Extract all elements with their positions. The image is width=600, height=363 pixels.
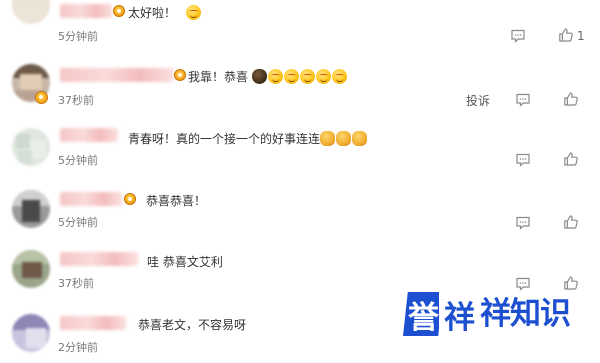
timestamp: 2分钟前	[58, 341, 98, 354]
comment-icon[interactable]	[515, 92, 531, 108]
comment-item: 青春呀！真的一个接一个的好事连连 5分钟前	[0, 126, 600, 176]
dark-emoji-icon	[251, 69, 267, 84]
comment-icon[interactable]	[515, 276, 531, 292]
thumbs-up-icon[interactable]	[563, 214, 579, 230]
clapping-hands-emoji-icon	[336, 131, 352, 146]
timestamp: 37秒前	[58, 94, 94, 107]
starstruck-emoji-icon	[331, 69, 347, 84]
starstruck-emoji-icon	[283, 69, 299, 84]
starstruck-emoji-icon	[315, 69, 331, 84]
username-redacted[interactable]	[60, 4, 112, 18]
vip-badge-icon	[174, 69, 186, 81]
comment-item: 恭喜恭喜！ 5分钟前	[0, 188, 600, 238]
comment-label: 青春呀！真的一个接一个的好事连连	[128, 132, 321, 146]
report-button[interactable]: 投诉	[466, 92, 490, 109]
clapping-hands-emoji-icon	[352, 131, 368, 146]
comment-item: 哇 恭喜文艾利 37秒前	[0, 248, 600, 298]
timestamp: 37秒前	[58, 277, 94, 290]
thumbs-up-icon[interactable]	[563, 151, 579, 167]
comment-label: 恭喜老文，不容易呀	[138, 318, 247, 332]
avatar[interactable]	[12, 190, 50, 228]
comment-label: 恭喜恭喜！	[146, 194, 207, 208]
comment-item: 我靠！恭喜 37秒前 投诉	[0, 62, 600, 112]
starstruck-emoji-icon	[267, 69, 283, 84]
comment-item: 太好啦！ 5分钟前 1	[0, 0, 600, 50]
avatar[interactable]	[12, 128, 50, 166]
username-redacted[interactable]	[60, 68, 174, 82]
avatar[interactable]	[12, 250, 50, 288]
timestamp: 5分钟前	[58, 30, 98, 43]
vip-badge-icon	[124, 193, 136, 205]
username-redacted[interactable]	[60, 252, 138, 266]
username-redacted[interactable]	[60, 316, 126, 330]
comment-text: 我靠！恭喜	[188, 68, 348, 85]
comment-text: 恭喜老文，不容易呀	[138, 316, 246, 333]
comment-icon[interactable]	[515, 152, 531, 168]
watermark-char-2: 祥	[439, 292, 479, 336]
thumbs-up-icon[interactable]	[558, 27, 574, 43]
vip-badge-icon	[35, 91, 48, 104]
username-redacted[interactable]	[60, 128, 118, 142]
timestamp: 5分钟前	[58, 154, 98, 167]
starstruck-emoji-icon	[299, 69, 315, 84]
vip-badge-icon	[113, 5, 125, 17]
comment-text: 青春呀！真的一个接一个的好事连连	[128, 130, 368, 147]
like-count: 1	[577, 29, 585, 43]
starstruck-emoji-icon	[185, 5, 201, 20]
watermark-text: 祥知识	[480, 296, 571, 332]
thumbs-up-icon[interactable]	[563, 91, 579, 107]
username-redacted[interactable]	[60, 192, 122, 206]
avatar[interactable]	[12, 0, 50, 24]
avatar[interactable]	[12, 314, 50, 352]
comment-text: 太好啦！	[128, 4, 202, 21]
comment-label: 哇 恭喜文艾利	[147, 255, 223, 269]
thumbs-up-icon[interactable]	[563, 275, 579, 291]
comment-text: 恭喜恭喜！	[146, 192, 206, 209]
comment-label: 我靠！恭喜	[188, 70, 249, 84]
clapping-hands-emoji-icon	[320, 131, 336, 146]
timestamp: 5分钟前	[58, 216, 98, 229]
comment-label: 太好啦！	[128, 6, 177, 20]
comment-icon[interactable]	[510, 28, 526, 44]
comment-icon[interactable]	[515, 215, 531, 231]
comment-text: 哇 恭喜文艾利	[147, 253, 223, 270]
watermark-char-1: 誉	[403, 292, 443, 336]
